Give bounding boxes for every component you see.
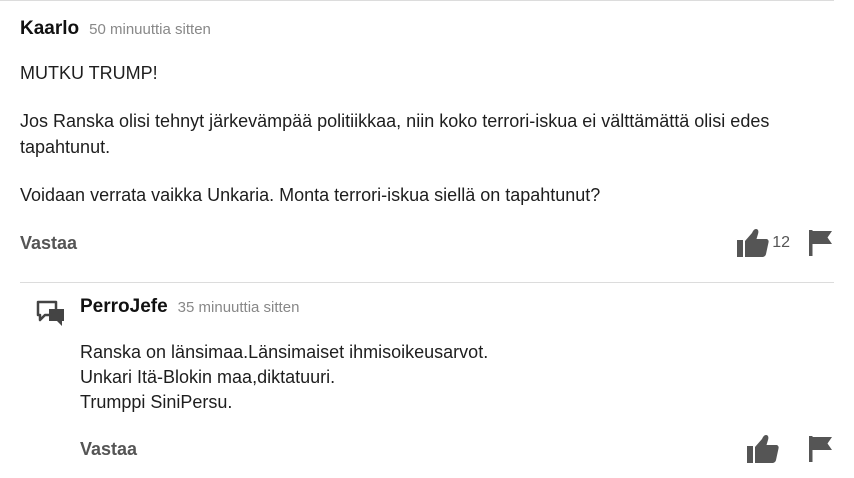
comment-kaarlo: Kaarlo 50 minuuttia sitten MUTKU TRUMP! … [20,18,834,257]
comment-line: Trumppi SiniPersu. [80,392,233,412]
comment-body: MUTKU TRUMP! Jos Ranska olisi tehnyt jär… [20,60,834,208]
comment-divider [20,282,834,283]
comment-actions: Vastaa [80,434,834,464]
comment-perrojefe: PerroJefe 35 minuuttia sitten Ranska on … [36,296,834,463]
speech-bubbles-icon [36,300,64,326]
comment-timestamp: 50 minuuttia sitten [89,21,211,38]
thumbs-up-icon [737,229,769,257]
flag-button[interactable] [808,229,834,257]
thumbs-up-icon [747,435,779,463]
flag-button[interactable] [808,435,834,463]
top-divider [0,0,834,1]
reply-button[interactable]: Vastaa [20,233,77,254]
comment-author[interactable]: PerroJefe [80,296,168,318]
flag-icon [809,436,832,462]
comment-paragraph: Jos Ranska olisi tehnyt järkevämpää poli… [20,111,770,157]
like-count: 12 [772,234,790,251]
comment-body: Ranska on länsimaa.Länsimaiset ihmisoike… [80,340,834,415]
reply-button[interactable]: Vastaa [80,439,137,460]
like-button[interactable]: 12 [736,228,790,258]
reply-content: PerroJefe 35 minuuttia sitten Ranska on … [80,296,834,415]
comment-timestamp: 35 minuuttia sitten [177,299,300,316]
comment-line: Ranska on länsimaa.Länsimaiset ihmisoike… [80,342,489,362]
like-button[interactable] [746,434,780,464]
comment-author[interactable]: Kaarlo [20,18,79,40]
comment-header: PerroJefe 35 minuuttia sitten [80,296,834,324]
comment-paragraph: Voidaan verrata vaikka Unkaria. Monta te… [20,185,601,205]
flag-icon [809,230,832,256]
comment-actions: Vastaa 12 [20,228,834,258]
comment-header: Kaarlo 50 minuuttia sitten [20,18,834,46]
comment-line: Unkari Itä-Blokin maa,diktatuuri. [80,367,336,387]
comment-paragraph: MUTKU TRUMP! [20,63,158,83]
